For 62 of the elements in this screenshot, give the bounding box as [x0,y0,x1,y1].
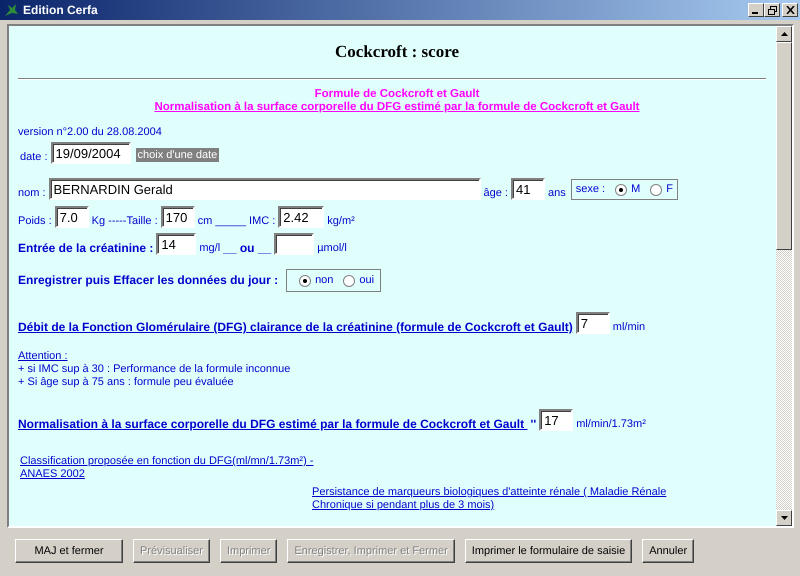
quote-mark: '' [530,418,536,431]
attention-title: Attention : [18,350,69,363]
persistence-link[interactable]: Persistance de marqueurs biologiques d'atteinte rénale ( Maladie Rénale Chronique si pendant plus de 3 mois) [312,486,672,512]
weight-label: Poids : [18,215,52,228]
date-field[interactable]: 19/09/2004 [50,142,131,164]
dfg-label: Débit de la Fonction Glomérulaire (DFG) clairance de la créatinine (formule de Cockcroft et Gault) [18,321,573,334]
attention-note: + Si âge sup à 75 ans : formule peu évaluée [18,376,235,389]
radio-label: M [631,183,640,196]
date-label: date : [20,151,48,164]
scrollbar-thumb[interactable] [776,42,792,250]
action-button[interactable]: MAJ et fermer [15,539,123,563]
radio-button[interactable] [650,184,662,196]
restore-icon [768,6,776,14]
dfg-unit: ml/min [612,321,646,334]
radio-label: oui [359,274,374,287]
age-unit: ans [548,187,566,200]
dfg-field[interactable]: 7 [576,312,610,334]
down-arrow-icon [780,516,788,520]
creatinine-field[interactable]: 14 [156,233,196,255]
close-icon [786,6,794,14]
or-label: __ ou __ [223,242,272,255]
minimize-button[interactable] [748,3,764,17]
action-button[interactable]: Annuler [642,539,694,563]
date-picker-button[interactable]: choix d'une date [136,148,220,162]
unit-label: µmol/l [317,242,347,255]
radio-label: F [666,183,673,196]
close-button[interactable] [782,3,798,17]
scrollbar[interactable] [776,26,792,526]
bmi-field[interactable]: 2.42 [278,206,324,228]
bmi-label: cm _____ IMC : [198,215,276,228]
radio-label: non [315,274,334,287]
version-text: version n°2.00 du 28.08.2004 [18,126,163,139]
form-subtitle: Formule de Cockcroft et Gault [314,88,480,101]
radio-button[interactable] [615,184,628,196]
form-subtitle: Normalisation à la surface corporelle du DFG estimé par la formule de Cockcroft et Gault [153,101,641,114]
action-button[interactable]: Imprimer le formulaire de saisie [464,539,632,563]
normalised-dfg-field[interactable]: 17 [539,409,574,431]
scroll-up-button[interactable] [776,26,792,42]
name-label: nom : [18,187,46,200]
up-arrow-icon [780,32,788,36]
radio-button[interactable] [343,274,356,286]
radio-button[interactable] [299,274,312,286]
form-heading: Cockcroft : score [334,42,460,62]
height-field[interactable]: 170 [160,206,195,228]
age-label: âge : [484,187,508,200]
age-field[interactable]: 41 [510,178,545,200]
height-label: Kg -----Taille : [92,215,158,228]
scroll-down-button[interactable] [776,510,792,526]
restore-button[interactable] [764,3,780,17]
creatinine-label: Entrée de la créatinine : [18,242,154,255]
bmi-unit: kg/m² [327,215,355,228]
normalised-dfg-unit: ml/min/1.73m² [576,418,646,431]
unit-label: mg/l [199,242,220,255]
creatinine-umol-field[interactable] [274,233,314,255]
attention-note: + si IMC sup à 30 : Performance de la formule inconnue [18,363,292,376]
sex-label: sexe : [576,183,606,196]
classification-link[interactable]: Classification proposée en fonction du DFG(ml/mn/1.73m²) - ANAES 2002 [18,455,320,481]
window-title: Edition Cerfa [23,3,99,17]
name-field[interactable]: BERNARDIN Gerald [48,178,481,200]
normalised-dfg-label: Normalisation à la surface corporelle du DFG estimé par la formule de Cockcroft et Gault [18,418,526,431]
weight-field[interactable]: 7.0 [54,206,89,228]
save-option-label: Enregistrer puis Effacer les données du jour : [18,274,278,287]
